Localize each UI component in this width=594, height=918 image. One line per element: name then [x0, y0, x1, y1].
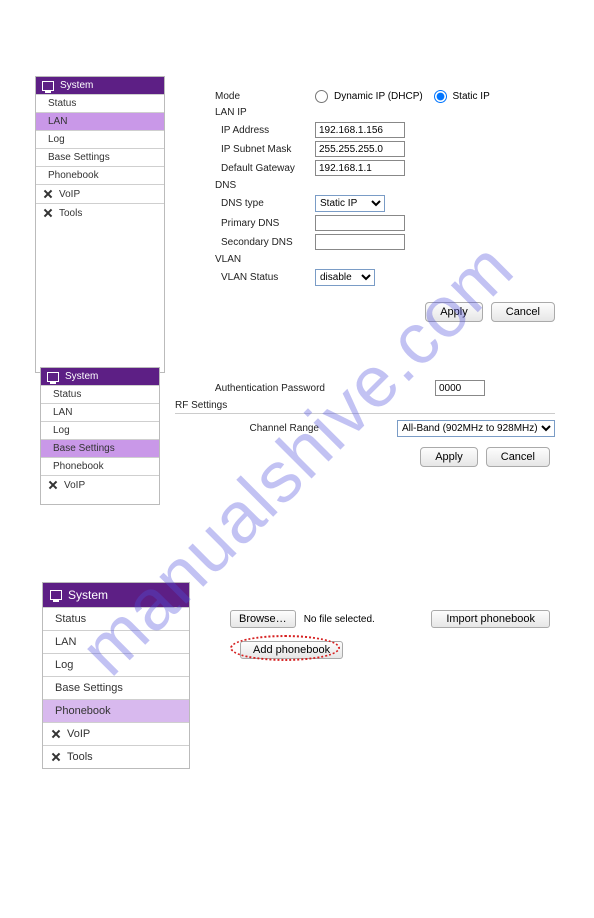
sidebar-item-phonebook[interactable]: Phonebook	[36, 166, 164, 184]
sidebar-item-log[interactable]: Log	[36, 130, 164, 148]
sidebar-cat-tools-3[interactable]: Tools	[43, 745, 189, 768]
vlan-title: VLAN	[215, 254, 555, 265]
sidebar-item-lan-3[interactable]: LAN	[43, 630, 189, 653]
mode-static-label: Static IP	[453, 91, 490, 102]
wrench-icon	[50, 728, 62, 740]
mode-dhcp-label: Dynamic IP (DHCP)	[334, 91, 423, 102]
sidebar-title-2: System	[65, 371, 98, 382]
dns-type-label: DNS type	[215, 198, 315, 209]
sidebar-item-lan[interactable]: LAN	[36, 112, 164, 130]
sidebar-item-status-3[interactable]: Status	[43, 607, 189, 630]
tools-icon	[50, 751, 62, 763]
monitor-icon	[47, 372, 59, 382]
secondary-dns-label: Secondary DNS	[215, 237, 315, 248]
dns-type-select[interactable]: Static IP	[315, 195, 385, 212]
sidebar-3: System Status LAN Log Base Settings Phon…	[42, 582, 190, 769]
primary-dns-input[interactable]	[315, 215, 405, 231]
sidebar-item-base-settings[interactable]: Base Settings	[36, 148, 164, 166]
cancel-button-1[interactable]: Cancel	[491, 302, 555, 322]
sidebar-header-2: System	[41, 368, 159, 385]
sidebar-item-base-settings-2[interactable]: Base Settings	[41, 439, 159, 457]
vlan-status-label: VLAN Status	[215, 272, 315, 283]
tools-icon	[42, 207, 54, 219]
sidebar-cat-tools[interactable]: Tools	[36, 203, 164, 222]
secondary-dns-input[interactable]	[315, 234, 405, 250]
sidebar-cat-voip-2[interactable]: VoIP	[41, 475, 159, 494]
auth-password-input[interactable]	[435, 380, 485, 396]
sidebar-cat-voip-3[interactable]: VoIP	[43, 722, 189, 745]
gateway-label: Default Gateway	[215, 163, 315, 174]
import-phonebook-button[interactable]: Import phonebook	[431, 610, 550, 628]
sidebar-voip-label-3: VoIP	[67, 728, 90, 740]
channel-range-select[interactable]: All-Band (902MHz to 928MHz)	[397, 420, 555, 437]
sidebar-item-lan-2[interactable]: LAN	[41, 403, 159, 421]
sidebar-item-base-settings-3[interactable]: Base Settings	[43, 676, 189, 699]
apply-button-2[interactable]: Apply	[420, 447, 478, 467]
mode-radio-group: Dynamic IP (DHCP) Static IP	[315, 90, 490, 103]
ip-address-input[interactable]	[315, 122, 405, 138]
sidebar-header-3: System	[43, 583, 189, 607]
mode-label: Mode	[215, 91, 315, 102]
sidebar-cat-voip[interactable]: VoIP	[36, 184, 164, 203]
cancel-button-2[interactable]: Cancel	[486, 447, 550, 467]
sidebar-item-log-3[interactable]: Log	[43, 653, 189, 676]
apply-button-1[interactable]: Apply	[425, 302, 483, 322]
rf-settings-title: RF Settings	[175, 400, 555, 414]
no-file-label: No file selected.	[304, 614, 375, 625]
sidebar-voip-label-2: VoIP	[64, 480, 85, 491]
browse-button[interactable]: Browse…	[230, 610, 296, 628]
subnet-label: IP Subnet Mask	[215, 144, 315, 155]
auth-password-label: Authentication Password	[175, 383, 355, 394]
channel-range-label: Channel Range	[175, 423, 349, 434]
sidebar-header: System	[36, 77, 164, 94]
vlan-status-select[interactable]: disable	[315, 269, 375, 286]
sidebar-1: System Status LAN Log Base Settings Phon…	[35, 76, 165, 373]
monitor-icon	[50, 590, 62, 600]
monitor-icon	[42, 81, 54, 91]
dns-title: DNS	[215, 180, 555, 191]
sidebar-title: System	[60, 80, 93, 91]
primary-dns-label: Primary DNS	[215, 218, 315, 229]
sidebar-title-3: System	[68, 588, 108, 602]
sidebar-voip-label: VoIP	[59, 189, 80, 200]
wrench-icon	[47, 479, 59, 491]
ip-address-label: IP Address	[215, 125, 315, 136]
sidebar-2: System Status LAN Log Base Settings Phon…	[40, 367, 160, 505]
sidebar-item-log-2[interactable]: Log	[41, 421, 159, 439]
sidebar-tools-label-3: Tools	[67, 751, 93, 763]
add-phonebook-button[interactable]: Add phonebook	[240, 641, 343, 659]
gateway-input[interactable]	[315, 160, 405, 176]
lanip-title: LAN IP	[215, 107, 555, 118]
sidebar-tools-label: Tools	[59, 208, 82, 219]
sidebar-item-phonebook-3[interactable]: Phonebook	[43, 699, 189, 722]
sidebar-item-phonebook-2[interactable]: Phonebook	[41, 457, 159, 475]
sidebar-item-status-2[interactable]: Status	[41, 385, 159, 403]
mode-static-radio[interactable]	[434, 90, 447, 103]
wrench-icon	[42, 188, 54, 200]
mode-dhcp-radio[interactable]	[315, 90, 328, 103]
subnet-input[interactable]	[315, 141, 405, 157]
sidebar-item-status[interactable]: Status	[36, 94, 164, 112]
